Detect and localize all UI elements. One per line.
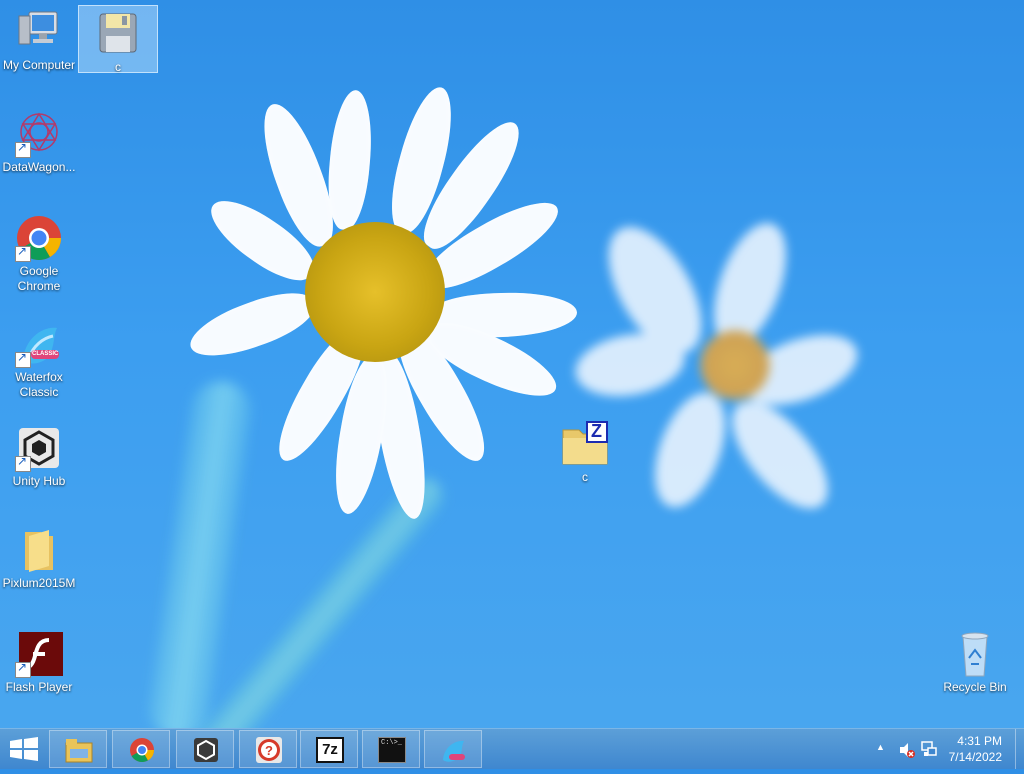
icon-label: c	[582, 470, 588, 484]
taskbar-item-google-chrome[interactable]	[112, 730, 170, 768]
7zip-icon: 7z	[316, 737, 344, 763]
desktop-icon-my-computer[interactable]: My Computer	[0, 8, 78, 73]
taskbar-item-command-prompt[interactable]: C:\>_	[362, 730, 420, 768]
icon-label: Recycle Bin	[943, 680, 1007, 694]
icon-label: Pixlum2015M	[2, 576, 76, 590]
clock[interactable]: 4:31 PM 7/14/2022	[932, 733, 1002, 765]
chrome-icon	[130, 738, 154, 763]
icon-label: Unity Hub	[12, 474, 66, 488]
desktop-icon-datawagon[interactable]: DataWagon...	[0, 110, 78, 175]
desktop[interactable]: My Computer c DataW	[0, 0, 1024, 728]
computer-icon	[15, 8, 63, 56]
command-prompt-icon: C:\>_	[378, 737, 406, 763]
desktop-icon-pixlum2015m-folder[interactable]: Pixlum2015M	[0, 526, 78, 591]
shortcut-arrow-icon	[15, 244, 31, 262]
taskbar-item-help[interactable]: ?	[239, 730, 297, 768]
desktop-icon-c-zip[interactable]: Z c	[546, 420, 624, 485]
taskbar: ? 7z C:\>_ ▲ 4:31 PM 7/14/2022	[0, 728, 1024, 769]
svg-text:?: ?	[265, 743, 273, 758]
clock-date: 7/14/2022	[948, 750, 1002, 764]
taskbar-item-waterfox-classic[interactable]	[424, 730, 482, 768]
recycle-bin-icon	[951, 630, 999, 678]
start-button[interactable]	[0, 729, 48, 769]
classic-badge: CLASSIC	[32, 351, 59, 357]
unity-hub-icon	[194, 738, 218, 762]
wallpaper-flower-blurred	[570, 200, 870, 530]
waterfox-icon	[443, 740, 465, 762]
desktop-icon-flash-player[interactable]: Flash Player	[0, 630, 78, 695]
unity-hub-icon	[15, 424, 63, 472]
clock-time: 4:31 PM	[957, 734, 1002, 748]
icon-label: DataWagon...	[2, 160, 76, 174]
icon-label: Google Chrome	[17, 264, 61, 293]
taskbar-item-unity-hub[interactable]	[176, 730, 234, 768]
folder-icon	[15, 526, 63, 574]
datawagon-icon	[15, 110, 63, 158]
file-explorer-icon	[65, 739, 93, 763]
waterfox-icon: CLASSIC	[15, 320, 63, 368]
desktop-icon-google-chrome[interactable]: Google Chrome	[0, 214, 78, 294]
zip-folder-icon: Z	[561, 420, 609, 468]
zip-letter: Z	[591, 421, 602, 441]
floppy-folder-icon	[94, 10, 142, 58]
taskbar-item-file-explorer[interactable]	[49, 730, 107, 768]
icon-label: Waterfox Classic	[15, 370, 63, 399]
shortcut-arrow-icon	[15, 454, 31, 472]
shortcut-arrow-icon	[15, 140, 31, 158]
help-icon: ?	[256, 737, 282, 763]
show-hidden-icons-icon[interactable]: ▲	[876, 742, 885, 752]
volume-muted-icon[interactable]	[898, 741, 916, 759]
flash-player-icon	[15, 630, 63, 678]
taskbar-item-7-zip[interactable]: 7z	[300, 730, 358, 768]
shortcut-arrow-icon	[15, 660, 31, 678]
show-desktop-button[interactable]	[1015, 729, 1024, 769]
chrome-icon	[15, 214, 63, 262]
desktop-icon-unity-hub[interactable]: Unity Hub	[0, 424, 78, 489]
windows-logo-icon	[10, 737, 38, 761]
desktop-icon-c-floppy[interactable]: c	[78, 5, 158, 74]
desktop-icon-waterfox-classic[interactable]: CLASSIC Waterfox Classic	[0, 320, 78, 400]
icon-label: Flash Player	[5, 680, 73, 694]
icon-label: My Computer	[2, 58, 76, 72]
shortcut-arrow-icon	[15, 350, 31, 368]
desktop-icon-recycle-bin[interactable]: Recycle Bin	[936, 630, 1014, 695]
icon-label: c	[115, 60, 121, 74]
